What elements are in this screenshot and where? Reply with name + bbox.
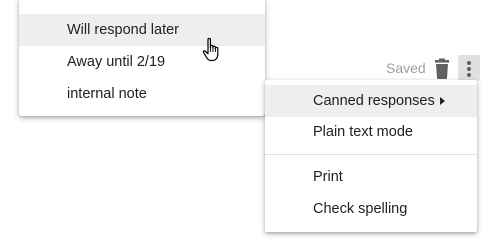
more-options-icon-dot xyxy=(467,73,471,77)
compose-options-area: Will respond later Away until 2/19 inter… xyxy=(0,0,495,250)
menu-item-label: Away until 2/19 xyxy=(67,54,166,70)
menu-item-print[interactable]: Print xyxy=(265,161,477,193)
menu-item-plain-text-mode[interactable]: Plain text mode xyxy=(265,116,477,148)
hand-cursor-icon xyxy=(202,37,219,62)
more-options-icon xyxy=(467,61,471,65)
more-options-button[interactable] xyxy=(458,55,480,81)
saved-status: Saved xyxy=(386,60,426,76)
canned-response-will-respond-later[interactable]: Will respond later xyxy=(19,14,265,46)
menu-item-label: Canned responses xyxy=(313,93,435,109)
menu-item-label: Check spelling xyxy=(313,201,408,217)
menu-item-canned-responses[interactable]: Canned responses xyxy=(265,85,477,117)
menu-item-label: internal note xyxy=(67,86,147,102)
trash-icon[interactable] xyxy=(432,58,452,80)
more-options-icon-dot xyxy=(467,67,471,71)
menu-item-label: Print xyxy=(313,169,343,185)
canned-response-internal-note[interactable]: internal note xyxy=(19,78,265,110)
canned-responses-submenu: Will respond later Away until 2/19 inter… xyxy=(19,0,265,116)
chevron-right-icon xyxy=(440,97,445,105)
canned-response-away-until[interactable]: Away until 2/19 xyxy=(19,46,265,78)
menu-item-label: Plain text mode xyxy=(313,124,413,140)
menu-divider xyxy=(265,154,477,155)
menu-item-label: Will respond later xyxy=(67,22,180,38)
more-options-menu: Canned responses Plain text mode Print C… xyxy=(265,80,477,232)
menu-item-check-spelling[interactable]: Check spelling xyxy=(265,193,477,225)
